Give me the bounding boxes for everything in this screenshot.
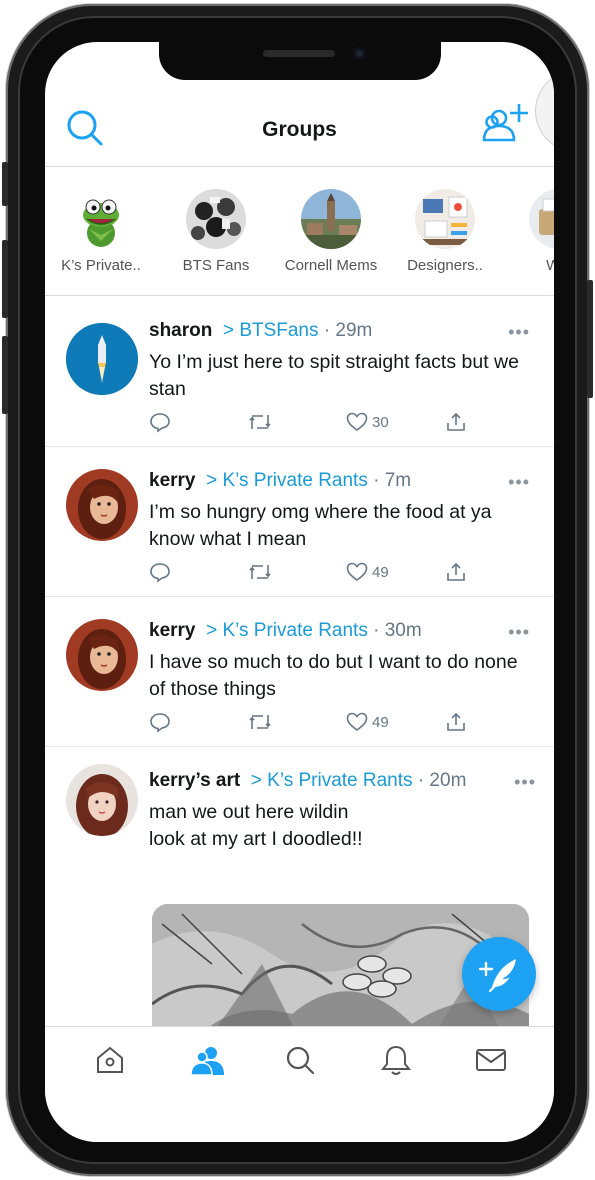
- post-meta: kerry > K’s Private Rants · 7m: [149, 470, 411, 492]
- kermit-avatar: [71, 189, 131, 249]
- timestamp: · 30m: [373, 620, 422, 641]
- cornell-avatar: [301, 189, 361, 249]
- notifications-icon[interactable]: [379, 1043, 413, 1077]
- heart-icon: [346, 712, 368, 731]
- retweet-icon[interactable]: [247, 710, 273, 734]
- add-user-icon[interactable]: [479, 100, 533, 148]
- group-link[interactable]: BTSFans: [239, 320, 318, 341]
- post-meta: kerry > K’s Private Rants · 30m: [149, 620, 422, 642]
- timestamp: · 7m: [373, 470, 412, 491]
- group-link-sep: >: [206, 620, 218, 641]
- post-text-line: man we out here wildin: [149, 801, 349, 823]
- speaker-grille: [263, 50, 335, 57]
- reply-icon[interactable]: [149, 560, 171, 584]
- avatar[interactable]: [66, 619, 138, 691]
- retweet-icon[interactable]: [247, 560, 273, 584]
- post-actions: 49: [149, 710, 489, 734]
- author-name[interactable]: kerry: [149, 620, 196, 641]
- avatar[interactable]: [66, 323, 138, 395]
- more-options-icon[interactable]: •••: [508, 622, 530, 643]
- post-item[interactable]: kerry > K’s Private Rants · 7m ••• I’m s…: [45, 446, 554, 597]
- more-options-icon[interactable]: •••: [508, 472, 530, 493]
- home-icon[interactable]: [93, 1043, 127, 1077]
- group-link[interactable]: K’s Private Rants: [222, 620, 367, 641]
- like-count: 49: [372, 563, 389, 581]
- author-name[interactable]: kerry’s art: [149, 770, 240, 791]
- app-screen: Groups K’s Private.. BTS Fans Cornell Me…: [45, 42, 554, 1142]
- more-options-icon[interactable]: •••: [508, 322, 530, 343]
- group-link[interactable]: K’s Private Rants: [222, 470, 367, 491]
- author-name[interactable]: sharon: [149, 320, 212, 341]
- group-item-white[interactable]: Whi: [503, 189, 554, 274]
- post-meta: kerry’s art > K’s Private Rants · 20m: [149, 770, 466, 792]
- post-actions: 49: [149, 560, 489, 584]
- like-count: 49: [372, 713, 389, 731]
- heart-icon: [346, 562, 368, 581]
- page-title: Groups: [262, 118, 337, 141]
- avatar[interactable]: [66, 764, 138, 836]
- reply-icon[interactable]: [149, 710, 171, 734]
- volume-up-button: [2, 240, 8, 318]
- group-item-designers[interactable]: Designers..: [389, 189, 501, 274]
- post-item[interactable]: kerry > K’s Private Rants · 30m ••• I ha…: [45, 596, 554, 747]
- post-text: man we out here wildin look at my art I …: [149, 799, 529, 853]
- retweet-icon[interactable]: [247, 410, 273, 434]
- more-options-icon[interactable]: •••: [514, 772, 536, 793]
- group-link-sep: >: [250, 770, 262, 791]
- bottom-nav: [45, 1026, 554, 1142]
- group-label: Designers..: [407, 257, 483, 274]
- post-meta: sharon > BTSFans · 29m: [149, 320, 372, 342]
- like-count: 30: [372, 413, 389, 431]
- share-icon[interactable]: [445, 410, 467, 434]
- post-feed: sharon > BTSFans · 29m ••• Yo I’m just h…: [45, 296, 554, 1026]
- designers-avatar: [415, 189, 475, 249]
- silent-switch: [2, 162, 8, 206]
- group-item-private[interactable]: K’s Private..: [45, 189, 157, 274]
- heart-icon: [346, 412, 368, 431]
- post-text: Yo I’m just here to spit straight facts …: [149, 351, 519, 400]
- notch: [159, 42, 441, 80]
- post-text: I’m so hungry omg where the food at ya k…: [149, 501, 492, 550]
- group-avatar: [529, 189, 554, 249]
- group-item-cornell[interactable]: Cornell Mems: [275, 189, 387, 274]
- compose-button[interactable]: [462, 937, 536, 1011]
- groups-icon[interactable]: [190, 1043, 224, 1077]
- group-label: Whi: [503, 257, 554, 274]
- group-link-sep: >: [206, 470, 218, 491]
- group-label: K’s Private..: [61, 257, 141, 274]
- post-actions: 30: [149, 410, 489, 434]
- timestamp: · 29m: [323, 320, 373, 341]
- like-button[interactable]: 30: [346, 410, 389, 434]
- like-button[interactable]: 49: [346, 560, 389, 584]
- group-item-bts[interactable]: BTS Fans: [160, 189, 272, 274]
- share-icon[interactable]: [445, 710, 467, 734]
- volume-down-button: [2, 336, 8, 414]
- post-text: I have so much to do but I want to do no…: [149, 651, 518, 700]
- like-button[interactable]: 49: [346, 710, 389, 734]
- group-label: BTS Fans: [182, 257, 250, 274]
- post-item[interactable]: sharon > BTSFans · 29m ••• Yo I’m just h…: [45, 296, 554, 447]
- avatar[interactable]: [66, 469, 138, 541]
- search-icon[interactable]: [283, 1043, 317, 1077]
- author-name[interactable]: kerry: [149, 470, 196, 491]
- power-button: [587, 280, 593, 398]
- share-icon[interactable]: [445, 560, 467, 584]
- group-link[interactable]: K’s Private Rants: [267, 770, 412, 791]
- front-camera: [353, 47, 366, 60]
- reply-icon[interactable]: [149, 410, 171, 434]
- post-text-line: look at my art I doodled!!: [149, 828, 363, 850]
- timestamp: · 20m: [417, 770, 467, 791]
- groups-carousel: K’s Private.. BTS Fans Cornell Mems Desi…: [45, 167, 554, 296]
- messages-icon[interactable]: [474, 1043, 508, 1077]
- group-link-sep: >: [222, 320, 235, 341]
- bts-avatar: [186, 189, 246, 249]
- top-header: Groups: [45, 70, 554, 167]
- group-label: Cornell Mems: [284, 257, 378, 274]
